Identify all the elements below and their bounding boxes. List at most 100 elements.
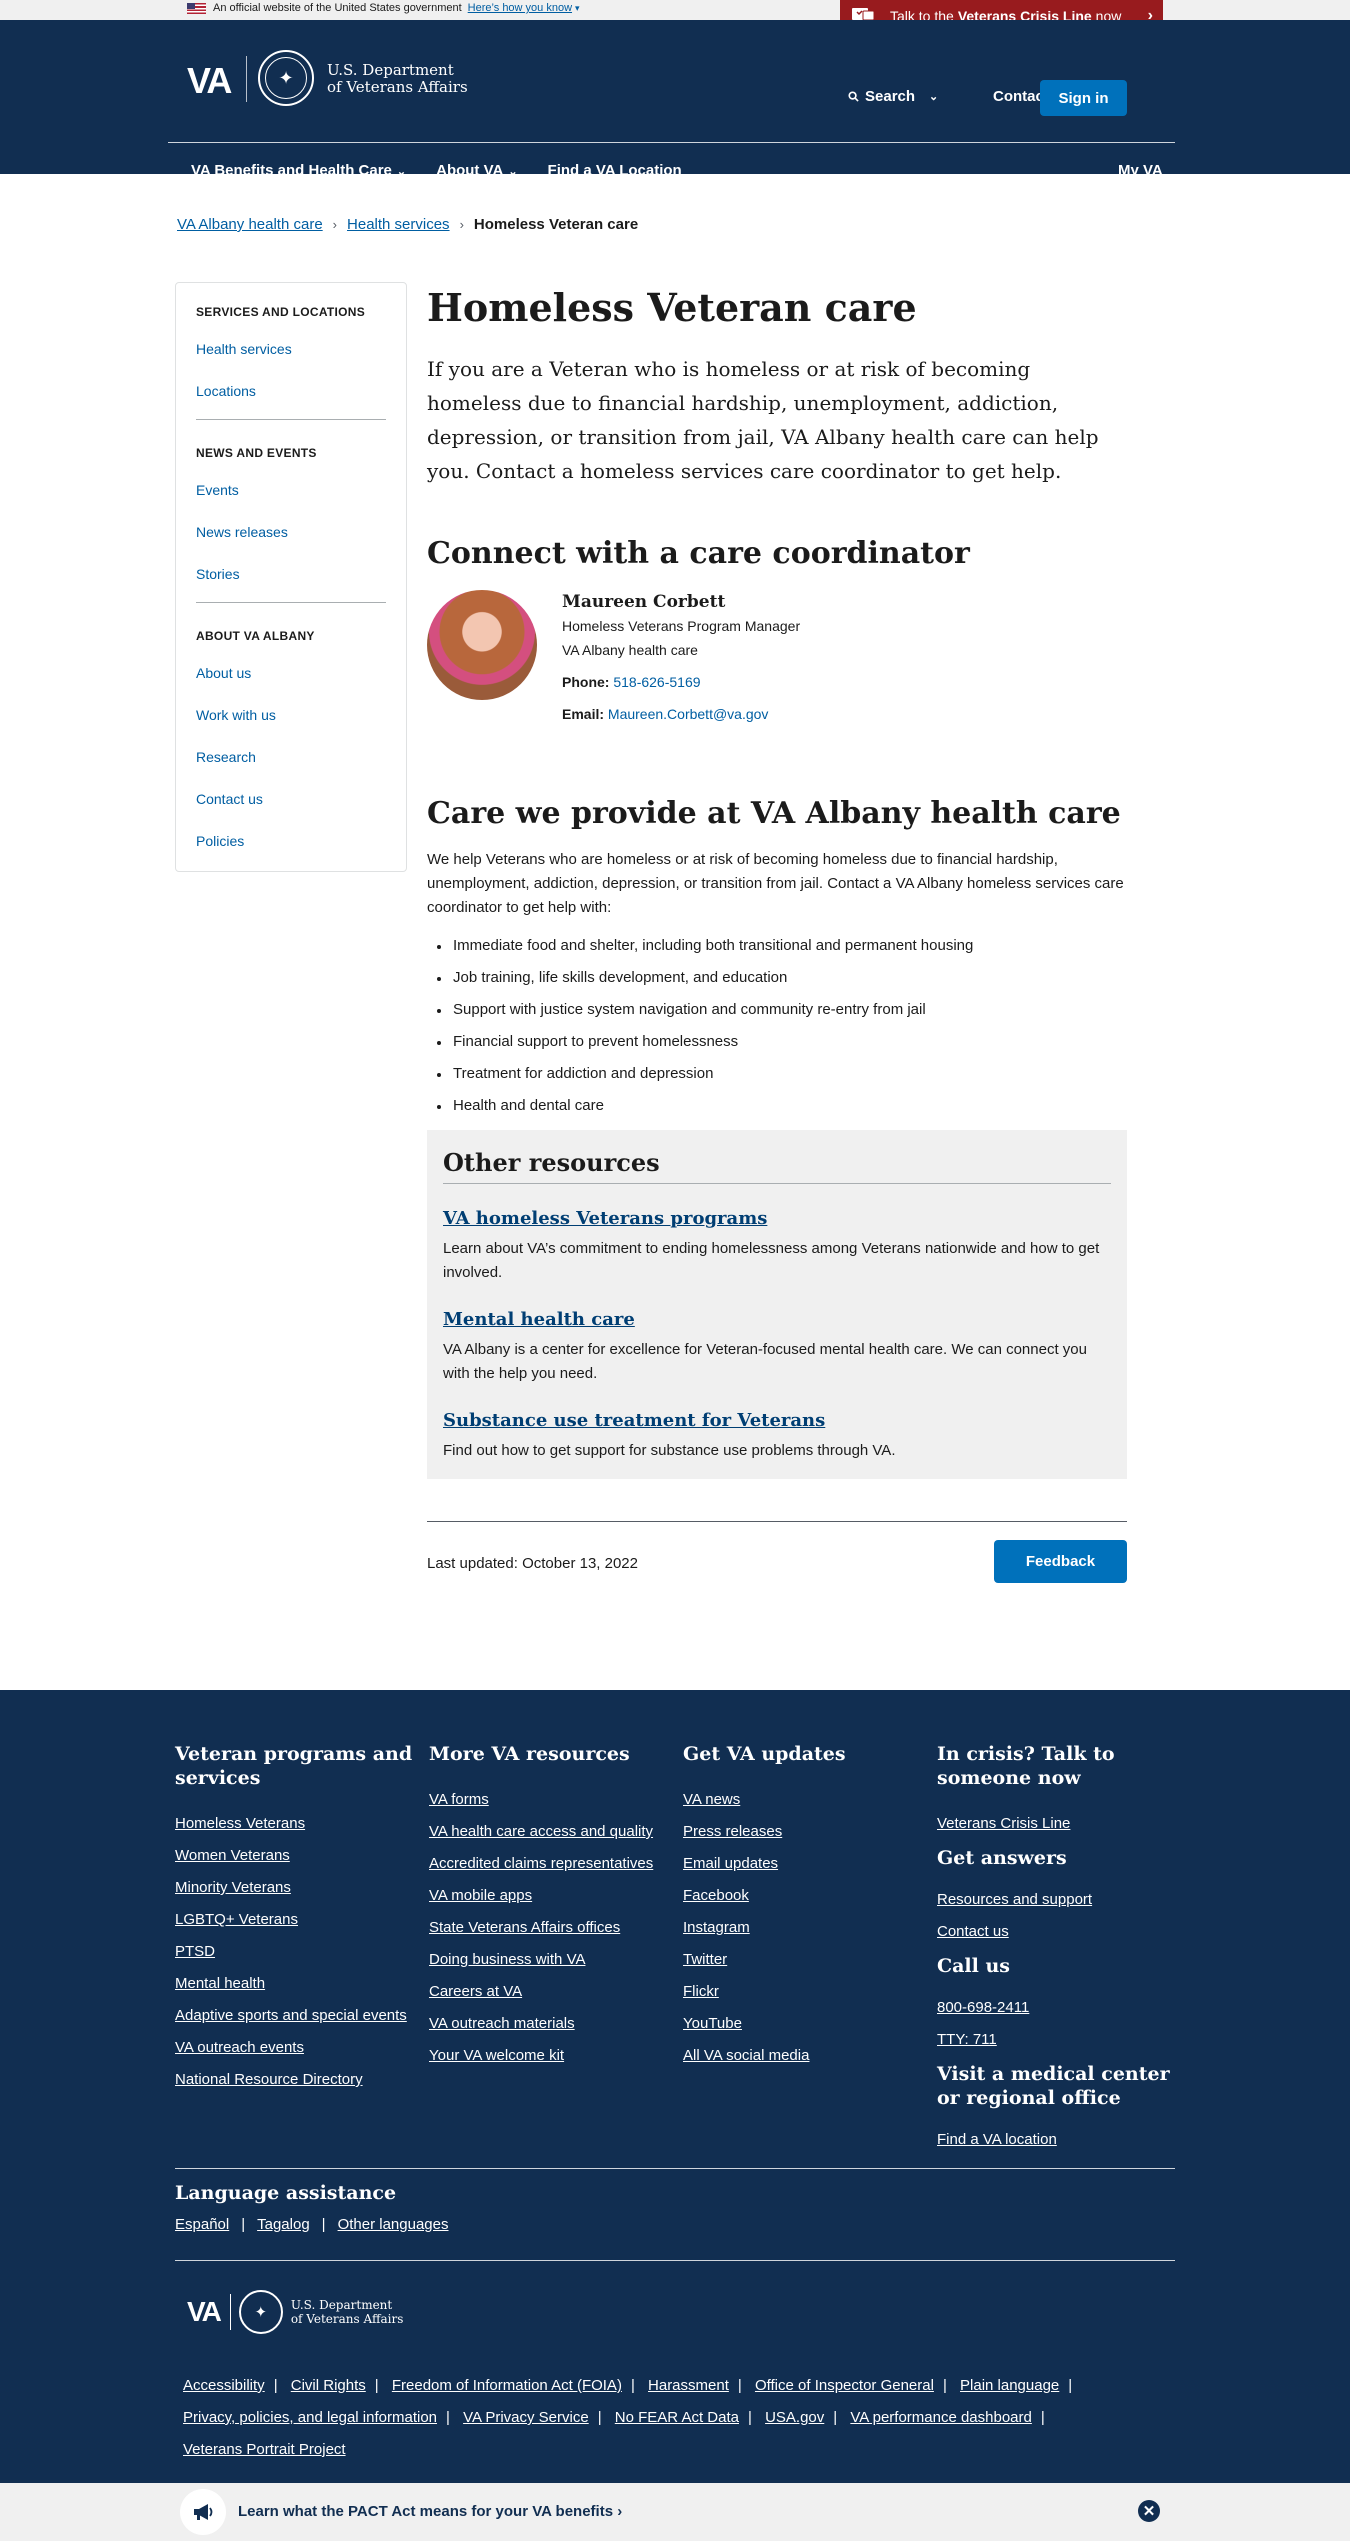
language-assistance: Language assistance Español | Tagalog | Ot… — [175, 2182, 449, 2233]
footer-bottom-link[interactable]: Civil Rights — [291, 2377, 366, 2394]
department-logo-text[interactable]: U.S. Department of Veterans Affairs — [327, 62, 468, 96]
footer-link[interactable]: Press releases — [683, 1822, 923, 1841]
footer-bottom-link[interactable]: No FEAR Act Data — [615, 2409, 739, 2426]
footer-bottom-link[interactable]: Office of Inspector General — [755, 2377, 934, 2394]
footer-bottom-link[interactable]: Accessibility — [183, 2377, 265, 2394]
sidebar-item-stories[interactable]: Stories — [196, 566, 386, 582]
coordinator-role: Homeless Veterans Program Manager — [562, 618, 801, 634]
va-logo[interactable]: VA — [187, 60, 232, 102]
footer-link[interactable]: Find a VA location — [937, 2130, 1177, 2149]
footer-link[interactable]: Homeless Veterans — [175, 1814, 415, 1833]
footer-tty-link[interactable]: TTY: 711 — [937, 2030, 1177, 2049]
language-link-espanol[interactable]: Español — [175, 2216, 229, 2233]
coordinator-facility: VA Albany health care — [562, 642, 698, 658]
footer-link[interactable]: Contact us — [937, 1922, 1177, 1941]
footer-bottom-link[interactable]: Privacy, policies, and legal information — [183, 2409, 437, 2426]
coordinator-phone-link[interactable]: 518-626-5169 — [613, 674, 700, 690]
coordinator-email-link[interactable]: Maureen.Corbett@va.gov — [608, 706, 769, 722]
footer-bottom-link[interactable]: Freedom of Information Act (FOIA) — [392, 2377, 622, 2394]
breadcrumb-current: Homeless Veteran care — [473, 216, 639, 233]
footer-link[interactable]: Facebook — [683, 1886, 923, 1905]
sidebar-item-locations[interactable]: Locations — [196, 383, 386, 399]
footer-link[interactable]: Mental health — [175, 1974, 415, 1993]
resource-link-substance-use[interactable]: Substance use treatment for Veterans — [443, 1410, 825, 1431]
footer-link[interactable]: Instagram — [683, 1918, 923, 1937]
nav-find-location[interactable]: Find a VA Location — [548, 162, 682, 179]
footer-link[interactable]: Accredited claims representatives — [429, 1854, 669, 1873]
footer-link[interactable]: Doing business with VA — [429, 1950, 669, 1969]
sidebar-divider — [196, 602, 386, 603]
sidebar-item-news-releases[interactable]: News releases — [196, 524, 386, 540]
resource-link-homeless-programs[interactable]: VA homeless Veterans programs — [443, 1208, 767, 1229]
care-heading: Care we provide at VA Albany health care — [427, 796, 1121, 831]
intro-text: If you are a Veteran who is homeless or … — [427, 357, 1099, 483]
footer-link[interactable]: VA health care access and quality — [429, 1822, 669, 1841]
footer-link[interactable]: Women Veterans — [175, 1846, 415, 1865]
footer-phone-link[interactable]: 800-698-2411 — [937, 1998, 1177, 2017]
sidebar-item-events[interactable]: Events — [196, 482, 386, 498]
footer-link[interactable]: VA mobile apps — [429, 1886, 669, 1905]
footer-divider — [175, 2168, 1175, 2169]
search-label: Search — [865, 88, 916, 105]
footer-logo-line-1: U.S. Department — [290, 2298, 393, 2312]
sidebar-item-health-services[interactable]: Health services — [196, 341, 386, 357]
nav-benefits-health-care[interactable]: VA Benefits and Health Care ⌄ — [191, 162, 406, 179]
footer-link[interactable]: Adaptive sports and special events — [175, 2006, 415, 2025]
footer-link[interactable]: Your VA welcome kit — [429, 2046, 669, 2065]
megaphone-icon — [180, 2489, 226, 2535]
page-title: Homeless Veteran care — [427, 285, 917, 330]
feedback-button[interactable]: Feedback — [994, 1540, 1127, 1583]
footer-link[interactable]: VA news — [683, 1790, 923, 1809]
main-nav: VA Benefits and Health Care ⌄ About VA ⌄ F… — [191, 162, 682, 179]
pact-act-banner: Learn what the PACT Act means for your V… — [0, 2483, 1350, 2541]
footer-link[interactable]: National Resource Directory — [175, 2070, 415, 2089]
language-link-tagalog[interactable]: Tagalog — [257, 2216, 310, 2233]
sidebar-item-about-us[interactable]: About us — [196, 665, 386, 681]
footer-link[interactable]: PTSD — [175, 1942, 415, 1961]
footer-link[interactable]: LGBTQ+ Veterans — [175, 1910, 415, 1929]
footer-link[interactable]: Careers at VA — [429, 1982, 669, 2001]
site-header: VA ✦ U.S. Department of Veterans Affairs… — [0, 20, 1350, 179]
resource-link-mental-health[interactable]: Mental health care — [443, 1309, 635, 1330]
footer-link[interactable]: Email updates — [683, 1854, 923, 1873]
sidebar-item-contact-us[interactable]: Contact us — [196, 791, 386, 807]
footer-crisis-link[interactable]: Veterans Crisis Line — [937, 1814, 1177, 1833]
footer-heading: Get VA updates — [683, 1743, 846, 1765]
footer-link[interactable]: All VA social media — [683, 2046, 923, 2065]
footer-link[interactable]: Flickr — [683, 1982, 923, 2001]
how-you-know-link[interactable]: Here’s how you know — [468, 2, 572, 14]
footer-link[interactable]: YouTube — [683, 2014, 923, 2033]
breadcrumb-health-services[interactable]: Health services — [347, 216, 450, 233]
footer-link[interactable]: VA forms — [429, 1790, 669, 1809]
footer-link[interactable]: Twitter — [683, 1950, 923, 1969]
footer-bottom-link[interactable]: Plain language — [960, 2377, 1059, 2394]
footer-link[interactable]: VA outreach materials — [429, 2014, 669, 2033]
nav-about-va[interactable]: About VA ⌄ — [436, 162, 517, 179]
coordinator-photo — [427, 590, 537, 700]
footer-bottom-link[interactable]: Veterans Portrait Project — [183, 2441, 346, 2458]
language-link-other[interactable]: Other languages — [338, 2216, 449, 2233]
footer-bottom-link[interactable]: USA.gov — [765, 2409, 824, 2426]
footer-link[interactable]: VA outreach events — [175, 2038, 415, 2057]
close-icon[interactable]: ✕ — [1138, 2500, 1160, 2522]
footer-bottom-link[interactable]: Harassment — [648, 2377, 729, 2394]
sidebar-item-policies[interactable]: Policies — [196, 833, 386, 849]
sign-in-button[interactable]: Sign in — [1040, 80, 1127, 116]
footer-heading: Veteran programs and services — [175, 1743, 413, 1789]
footer-bottom-link[interactable]: VA Privacy Service — [463, 2409, 589, 2426]
footer-bottom-link[interactable]: VA performance dashboard — [850, 2409, 1032, 2426]
footer-col-programs: Veteran programs and services Homeless V… — [175, 1742, 415, 2102]
footer-logo[interactable]: VA ✦ U.S. Department of Veterans Affairs — [187, 2290, 403, 2334]
chevron-right-icon: › — [332, 217, 338, 232]
care-list: Immediate food and shelter, including bo… — [427, 936, 1127, 1116]
last-updated-bar: Last updated: October 13, 2022 Feedback — [427, 1521, 1127, 1601]
my-va-link[interactable]: My VA — [1118, 162, 1163, 179]
footer-link[interactable]: State Veterans Affairs offices — [429, 1918, 669, 1937]
footer-link[interactable]: Resources and support — [937, 1890, 1177, 1909]
search-button[interactable]: Search ⌄ — [848, 88, 938, 105]
footer-link[interactable]: Minority Veterans — [175, 1878, 415, 1897]
breadcrumb-albany[interactable]: VA Albany health care — [177, 216, 323, 233]
sidebar-item-work-with-us[interactable]: Work with us — [196, 707, 386, 723]
pact-act-link[interactable]: Learn what the PACT Act means for your V… — [238, 2503, 622, 2520]
sidebar-item-research[interactable]: Research — [196, 749, 386, 765]
